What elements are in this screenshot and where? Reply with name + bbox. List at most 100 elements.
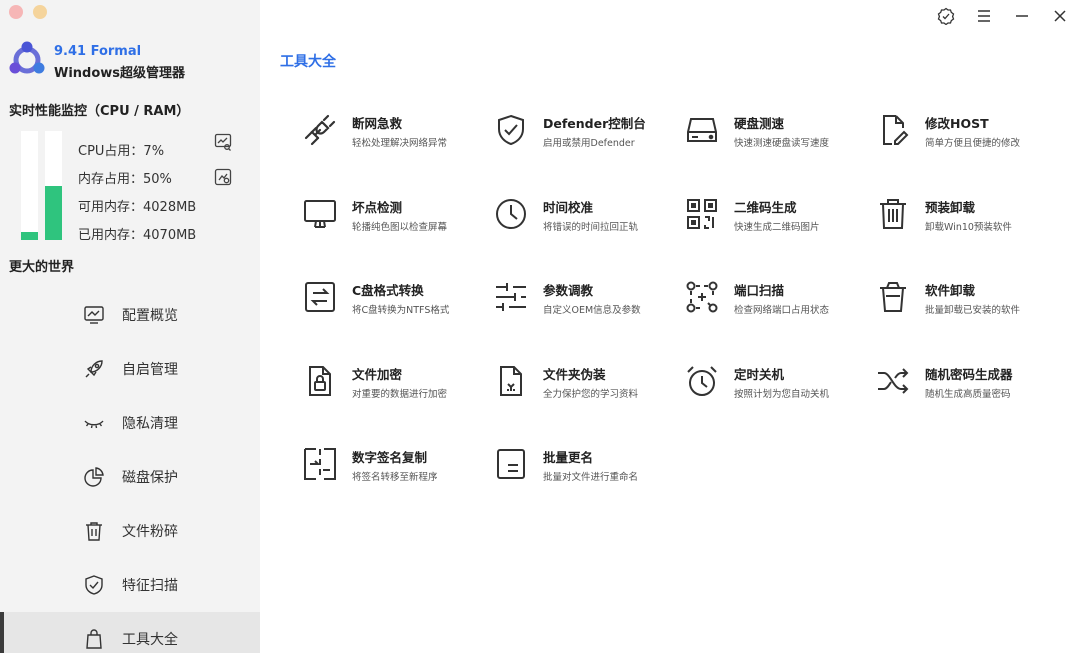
rocket-icon [82, 357, 106, 381]
sidebar-item-label: 特征扫描 [122, 578, 178, 594]
tool-signature-copy[interactable]: 数字签名复制 将签名转移至新程序 [300, 440, 491, 524]
tool-title: 修改HOST [925, 116, 989, 131]
memory-usage-bar [45, 131, 62, 240]
used-memory-text: 已用内存：4070MB [78, 228, 197, 243]
tool-desc: 对重要的数据进行加密 [352, 388, 448, 400]
window-controls [936, 6, 1070, 26]
file-mask-icon [491, 361, 531, 401]
tool-title: 坏点检测 [352, 199, 403, 215]
scan-icon [682, 277, 722, 317]
memory-detail-icon[interactable] [214, 168, 232, 186]
alarm-clock-icon [682, 361, 722, 401]
tool-title: 参数调教 [543, 283, 594, 298]
sidebar-item-config-overview[interactable]: 配置概览 [0, 288, 260, 342]
available-memory-text: 可用内存：4028MB [78, 200, 197, 215]
minimize-dot[interactable] [33, 5, 47, 19]
clock-icon [491, 194, 531, 234]
cpu-usage-fill [21, 232, 38, 240]
tool-desc: 启用或禁用Defender [543, 138, 635, 149]
tool-batch-rename[interactable]: 批量更名 批量对文件进行重命名 [491, 440, 682, 524]
tool-desc: 按照计划为您自动关机 [734, 388, 830, 400]
tool-file-encrypt[interactable]: 文件加密 对重要的数据进行加密 [300, 357, 491, 441]
tool-edit-host[interactable]: 修改HOST 简单方便且便捷的修改 [873, 106, 1064, 190]
menu-icon[interactable] [974, 6, 994, 26]
tool-title: 时间校准 [543, 199, 594, 215]
tool-title: 定时关机 [734, 366, 785, 382]
tool-title: 文件加密 [352, 366, 403, 382]
tool-preinstall-uninstall[interactable]: 预装卸载 卸载Win10预装软件 [873, 190, 1064, 274]
sidebar: 9.41 Formal Windows超级管理器 实时性能监控（CPU / RA… [0, 0, 260, 653]
tool-desc: 自定义OEM信息及参数 [543, 305, 641, 316]
minimize-icon[interactable] [1012, 6, 1032, 26]
convert-icon [300, 277, 340, 317]
tool-title: 软件卸载 [925, 283, 976, 298]
sidebar-item-label: 工具大全 [122, 632, 178, 648]
tool-desc: 检查网络端口占用状态 [734, 305, 830, 316]
tool-software-uninstall[interactable]: 软件卸载 批量卸载已安装的软件 [873, 273, 1064, 357]
plug-icon [300, 110, 340, 150]
sidebar-item-disk-protect[interactable]: 磁盘保护 [0, 450, 260, 504]
tool-qr-code[interactable]: 二维码生成 快速生成二维码图片 [682, 190, 873, 274]
world-section-title: 更大的世界 [9, 260, 75, 275]
app-logo [8, 41, 46, 79]
close-icon[interactable] [1050, 6, 1070, 26]
file-edit-icon [873, 110, 913, 150]
sidebar-item-label: 配置概览 [122, 308, 178, 324]
sidebar-item-file-shred[interactable]: 文件粉碎 [0, 504, 260, 558]
verified-badge-icon[interactable] [936, 6, 956, 26]
tool-disk-speed[interactable]: 硬盘测速 快速测速硬盘读写速度 [682, 106, 873, 190]
tool-desc: 轮播纯色图以检查屏幕 [352, 221, 448, 233]
qr-code-icon [682, 194, 722, 234]
tool-desc: 将C盘转换为NTFS格式 [352, 305, 450, 316]
tool-network-rescue[interactable]: 断网急救 轻松处理解决网络异常 [300, 106, 491, 190]
sidebar-item-label: 自启管理 [122, 362, 178, 378]
sidebar-item-privacy[interactable]: 隐私清理 [0, 396, 260, 450]
trash-icon [873, 194, 913, 234]
tool-desc: 随机生成高质量密码 [925, 388, 1011, 400]
tool-title: 预装卸载 [925, 199, 976, 215]
sidebar-item-feature-scan[interactable]: 特征扫描 [0, 558, 260, 612]
sidebar-item-label: 文件粉碎 [122, 524, 178, 540]
pie-chart-icon [82, 465, 106, 489]
close-dot[interactable] [9, 5, 23, 19]
tool-dead-pixel[interactable]: 坏点检测 轮播纯色图以检查屏幕 [300, 190, 491, 274]
tool-title: C盘格式转换 [352, 283, 424, 298]
tool-folder-disguise[interactable]: 文件夹伪装 全力保护您的学习资料 [491, 357, 682, 441]
performance-title: 实时性能监控（CPU / RAM） [9, 104, 190, 119]
hard-drive-icon [682, 110, 722, 150]
tool-desc: 快速生成二维码图片 [734, 221, 820, 233]
sidebar-item-startup[interactable]: 自启管理 [0, 342, 260, 396]
tool-desc: 将签名转移至新程序 [352, 472, 438, 483]
sidebar-nav: 配置概览 自启管理 隐私清理 磁盘保护 文件粉碎 特征扫描 工具大全 [0, 288, 260, 653]
tool-password-generator[interactable]: 随机密码生成器 随机生成高质量密码 [873, 357, 1064, 441]
tool-title: 硬盘测速 [734, 116, 785, 131]
tool-title: 二维码生成 [734, 199, 797, 215]
page-title: 工具大全 [280, 54, 336, 70]
shield-check-icon [491, 110, 531, 150]
monitor-icon [300, 194, 340, 234]
bag-icon [82, 627, 106, 651]
memory-usage-fill [45, 185, 62, 240]
tool-desc: 快速测速硬盘读写速度 [734, 138, 830, 149]
tool-title: 随机密码生成器 [925, 366, 1013, 382]
app-name: Windows超级管理器 [54, 66, 186, 81]
sidebar-item-label: 隐私清理 [122, 416, 178, 432]
tool-desc: 批量对文件进行重命名 [543, 472, 639, 483]
tool-c-drive-convert[interactable]: C盘格式转换 将C盘转换为NTFS格式 [300, 273, 491, 357]
tool-scheduled-shutdown[interactable]: 定时关机 按照计划为您自动关机 [682, 357, 873, 441]
cpu-usage-text: CPU占用：7% [78, 144, 165, 159]
tool-port-scan[interactable]: 端口扫描 检查网络端口占用状态 [682, 273, 873, 357]
tool-desc: 将错误的时间拉回正轨 [543, 221, 639, 233]
tool-desc: 全力保护您的学习资料 [543, 388, 639, 400]
tool-title: 数字签名复制 [352, 450, 428, 465]
sidebar-item-tools[interactable]: 工具大全 [0, 612, 260, 653]
tool-title: Defender控制台 [543, 116, 646, 131]
tool-time-sync[interactable]: 时间校准 将错误的时间拉回正轨 [491, 190, 682, 274]
tool-defender-console[interactable]: Defender控制台 启用或禁用Defender [491, 106, 682, 190]
monitor-chart-icon [82, 303, 106, 327]
cpu-usage-bar [21, 131, 38, 240]
tool-title: 文件夹伪装 [543, 366, 606, 382]
tool-param-tune[interactable]: 参数调教 自定义OEM信息及参数 [491, 273, 682, 357]
tools-grid: 断网急救 轻松处理解决网络异常 Defender控制台 启用或禁用Defende… [300, 106, 1064, 524]
cpu-detail-icon[interactable] [214, 133, 232, 151]
